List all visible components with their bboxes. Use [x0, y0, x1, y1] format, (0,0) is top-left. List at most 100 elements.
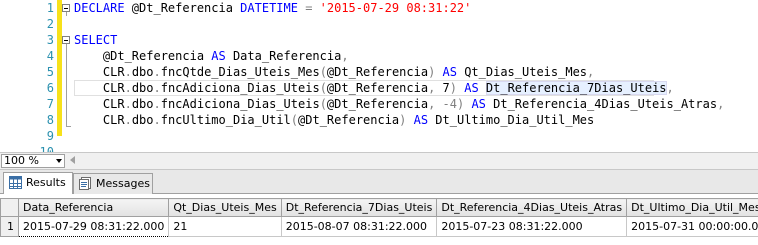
code-line[interactable]: CLR.dbo.fncAdiciona_Dias_Uteis(@Dt_Refer… [74, 96, 724, 112]
code-token: CLR [74, 65, 125, 79]
table-row[interactable]: 1 2015-07-29 08:31:22.000 21 2015-08-07 … [0, 216, 758, 237]
code-token: ( [319, 65, 327, 79]
row-number[interactable]: 1 [0, 216, 19, 237]
zoom-value: 100 % [4, 154, 39, 167]
code-token: , [717, 97, 725, 111]
scroll-left-icon[interactable] [70, 156, 75, 164]
code-token: = [297, 1, 320, 15]
code-token: ( [290, 113, 299, 127]
column-header[interactable]: Dt_Referencia_4Dias_Uteis_Atras [436, 198, 628, 217]
code-token: @Dt_Referencia [326, 97, 429, 111]
code-token: @Dt_Referencia [326, 65, 429, 79]
keyword-token: SELECT [74, 33, 118, 47]
column-header[interactable]: Qt_Dias_Uteis_Mes [168, 198, 282, 217]
keyword-token: DECLARE [74, 1, 132, 15]
grid-icon [9, 176, 22, 189]
code-token: fncQtde_Dias_Uteis_Mes [160, 65, 320, 79]
fold-guide-line [66, 44, 67, 126]
line-number: 2 [46, 17, 54, 31]
code-token: . [153, 97, 161, 111]
code-token: CLR [74, 113, 125, 127]
code-line[interactable]: @Dt_Referencia AS Data_Referencia, [74, 48, 349, 64]
code-token: -4 [442, 97, 457, 111]
collapse-declare-icon[interactable] [62, 4, 70, 12]
line-number: 3 [46, 33, 54, 47]
cell-qt-dias-uteis-mes[interactable]: 21 [168, 216, 282, 237]
line-number-gutter: 12345678910 [0, 0, 58, 159]
code-token: fncAdiciona_Dias_Uteis [160, 81, 320, 95]
line-number: 8 [46, 113, 54, 127]
code-token: CLR [74, 97, 125, 111]
code-token: ) [399, 113, 414, 127]
code-token: , [666, 81, 674, 95]
results-table: Data_Referencia Qt_Dias_Uteis_Mes Dt_Ref… [0, 198, 758, 237]
code-token: dbo [131, 65, 154, 79]
code-token: Qt_Dias_Uteis_Mes [456, 65, 588, 79]
code-token: . [153, 113, 161, 127]
code-line[interactable]: CLR.dbo.fncUltimo_Dia_Util(@Dt_Referenci… [74, 112, 594, 128]
code-token: . [153, 65, 161, 79]
line-number: 9 [46, 129, 54, 143]
code-line[interactable]: DECLARE @Dt_Referencia DATETIME = '2015-… [74, 0, 471, 16]
sql-editor[interactable]: 12345678910 DECLARE @Dt_Referencia DATET… [0, 0, 758, 159]
cell-data-referencia[interactable]: 2015-07-29 08:31:22.000 [17, 216, 170, 237]
code-token: . [124, 81, 132, 95]
corner-header[interactable] [0, 198, 19, 217]
code-token: dbo [131, 97, 154, 111]
keyword-token: DATETIME [240, 1, 298, 15]
column-header[interactable]: Dt_Ultimo_Dia_Util_Mes [626, 198, 758, 217]
column-header[interactable]: Dt_Referencia_7Dias_Uteis [280, 198, 438, 217]
code-token: ) [456, 97, 472, 111]
code-token: , [428, 97, 443, 111]
keyword-token: AS [211, 49, 226, 63]
fold-guide-line [66, 12, 67, 16]
code-token: . [153, 81, 161, 95]
code-token: . [124, 113, 132, 127]
results-tabstrip: Results Messages [0, 170, 758, 194]
cell-dt-referencia-7dias-uteis[interactable]: 2015-08-07 08:31:22.000 [280, 216, 438, 237]
code-token: , [587, 65, 595, 79]
code-token: . [124, 97, 132, 111]
code-token: @Dt_Referencia [131, 1, 241, 15]
keyword-token: AS [442, 65, 457, 79]
column-header[interactable]: Data_Referencia [17, 198, 170, 217]
fold-end-line [66, 126, 71, 127]
code-token: ) [428, 65, 443, 79]
tab-results[interactable]: Results [3, 172, 73, 194]
line-number: 4 [46, 49, 54, 63]
keyword-token: AS [471, 97, 486, 111]
code-token: @Dt_Referencia [298, 113, 400, 127]
code-token: Dt_Referencia_4Dias_Uteis_Atras [485, 97, 718, 111]
code-token: ( [319, 97, 327, 111]
results-grid[interactable]: Data_Referencia Qt_Dias_Uteis_Mes Dt_Ref… [0, 194, 758, 245]
code-token: fncAdiciona_Dias_Uteis [160, 97, 320, 111]
line-number: 5 [46, 65, 54, 79]
cell-dt-referencia-4dias-uteis-atras[interactable]: 2015-07-23 08:31:22.000 [436, 216, 628, 237]
zoom-select[interactable]: 100 % [1, 154, 65, 168]
collapse-select-icon[interactable] [62, 36, 70, 44]
code-line[interactable]: SELECT [74, 32, 117, 48]
code-line[interactable]: CLR.dbo.fncAdiciona_Dias_Uteis(@Dt_Refer… [74, 80, 674, 96]
line-number: 6 [46, 81, 54, 95]
code-line[interactable]: CLR.dbo.fncQtde_Dias_Uteis_Mes(@Dt_Refer… [74, 64, 594, 80]
string-token: '2015-07-29 08:31:22' [319, 1, 472, 15]
cell-dt-ultimo-dia-util-mes[interactable]: 2015-07-31 00:00:00.000 [626, 216, 758, 237]
code-token: ) [449, 81, 465, 95]
code-token: CLR [74, 81, 125, 95]
code-token: dbo [131, 113, 154, 127]
code-token: . [124, 65, 132, 79]
selected-token: Dt_Referencia_7Dias_Uteis [485, 81, 667, 95]
messages-icon [79, 177, 91, 190]
code-token: Data_Referencia [225, 49, 342, 63]
tab-messages[interactable]: Messages [73, 173, 153, 194]
code-token: fncUltimo_Dia_Util [160, 113, 291, 127]
code-token: dbo [131, 81, 154, 95]
chevron-down-icon [56, 159, 62, 163]
keyword-token: AS [413, 113, 429, 127]
header-row: Data_Referencia Qt_Dias_Uteis_Mes Dt_Ref… [0, 198, 758, 217]
code-token: @Dt_Referencia [326, 81, 429, 95]
tab-messages-label: Messages [96, 177, 150, 190]
code-token: , [428, 81, 443, 95]
code-token: Dt_Ultimo_Dia_Util_Mes [428, 113, 595, 127]
